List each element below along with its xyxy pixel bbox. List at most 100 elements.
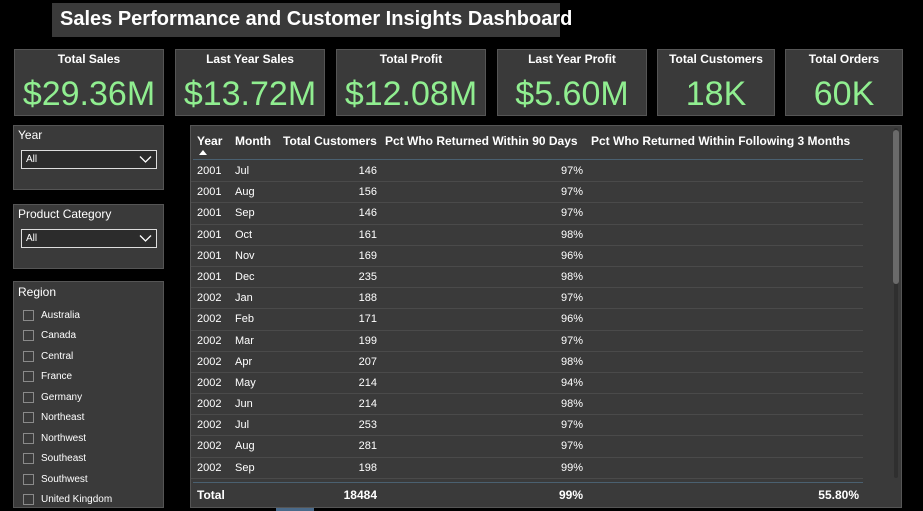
- region-option-france[interactable]: France: [23, 367, 112, 388]
- cell-total-customers: 198: [358, 461, 377, 474]
- cell-year: 2002: [197, 440, 222, 453]
- cell-month: Mar: [235, 334, 254, 347]
- table-row[interactable]: 2002 Sep 198 99%: [191, 458, 863, 479]
- region-option-label: Germany: [41, 391, 83, 403]
- table-row[interactable]: 2001 Jul 146 97%: [191, 161, 863, 183]
- column-header-month[interactable]: Month: [235, 134, 271, 148]
- kpi-card-total-customers[interactable]: Total Customers 18K: [657, 49, 775, 116]
- checkbox[interactable]: [23, 391, 34, 403]
- kpi-card-last-year-profit[interactable]: Last Year Profit $5.60M: [497, 49, 647, 116]
- region-option-southeast[interactable]: Southeast: [23, 449, 112, 470]
- region-option-list: Australia Canada Central France Germany …: [23, 305, 112, 510]
- region-option-southwest[interactable]: Southwest: [23, 469, 112, 490]
- cell-pct-90-days: 97%: [560, 334, 583, 347]
- cell-month: Sep: [235, 207, 255, 220]
- cell-pct-90-days: 97%: [560, 165, 583, 177]
- kpi-card-total-sales[interactable]: Total Sales $29.36M: [14, 49, 164, 116]
- cell-total-customers: 188: [358, 292, 377, 305]
- cell-month: Oct: [235, 228, 253, 241]
- kpi-label: Last Year Sales: [206, 52, 294, 66]
- region-option-germany[interactable]: Germany: [23, 387, 112, 408]
- checkbox[interactable]: [23, 453, 34, 465]
- region-option-canada[interactable]: Canada: [23, 326, 112, 347]
- cell-total-customers: 253: [358, 419, 377, 432]
- table-row[interactable]: 2001 Aug 156 97%: [191, 182, 863, 204]
- region-option-label: Southeast: [41, 453, 87, 465]
- table-row[interactable]: 2002 Jul 253 97%: [191, 415, 863, 437]
- year-dropdown[interactable]: All: [21, 150, 157, 169]
- customer-retention-table: Year Month Total Customers Pct Who Retur…: [190, 125, 902, 508]
- checkbox[interactable]: [23, 494, 34, 506]
- column-header-pct-returned-90-days[interactable]: Pct Who Returned Within 90 Days: [385, 134, 578, 148]
- table-scrollbar[interactable]: [892, 128, 900, 478]
- cell-year: 2001: [197, 249, 222, 262]
- product-category-slicer: Product Category All: [13, 204, 164, 269]
- column-header-year[interactable]: Year: [197, 134, 222, 148]
- table-row[interactable]: 2001 Oct 161 98%: [191, 225, 863, 246]
- table-row[interactable]: 2001 Dec 235 98%: [191, 267, 863, 289]
- cell-pct-90-days: 98%: [560, 398, 583, 411]
- cell-pct-90-days: 98%: [560, 270, 583, 283]
- cell-month: May: [235, 376, 256, 389]
- cell-total-customers: 214: [358, 376, 377, 389]
- cell-pct-90-days: 97%: [560, 440, 583, 453]
- cell-total-customers: 146: [358, 207, 377, 220]
- cell-month: Nov: [235, 249, 255, 262]
- region-option-northwest[interactable]: Northwest: [23, 428, 112, 449]
- table-row[interactable]: 2002 Mar 199 97%: [191, 331, 863, 352]
- checkbox[interactable]: [23, 350, 34, 362]
- table-row[interactable]: 2002 Feb 171 96%: [191, 309, 863, 331]
- cell-year: 2001: [197, 228, 222, 241]
- column-header-total-customers[interactable]: Total Customers: [283, 134, 377, 148]
- region-option-northeast[interactable]: Northeast: [23, 408, 112, 429]
- checkbox[interactable]: [23, 309, 34, 321]
- table-row[interactable]: 2002 Jun 214 98%: [191, 394, 863, 416]
- kpi-card-total-profit[interactable]: Total Profit $12.08M: [336, 49, 486, 116]
- table-row[interactable]: 2001 Sep 146 97%: [191, 203, 863, 225]
- product-category-dropdown[interactable]: All: [21, 229, 157, 248]
- region-option-label: United Kingdom: [41, 494, 113, 506]
- cell-total-customers: 214: [358, 398, 377, 411]
- cell-month: Aug: [235, 440, 255, 453]
- region-option-central[interactable]: Central: [23, 346, 112, 367]
- cell-year: 2001: [197, 270, 222, 283]
- table-row[interactable]: 2002 Jan 188 97%: [191, 288, 863, 310]
- cell-year: 2002: [197, 376, 222, 389]
- cell-month: Jul: [235, 165, 250, 177]
- table-row[interactable]: 2002 May 214 94%: [191, 373, 863, 395]
- kpi-value: $29.36M: [22, 75, 156, 113]
- cell-year: 2002: [197, 334, 222, 347]
- region-option-united-kingdom[interactable]: United Kingdom: [23, 490, 112, 511]
- checkbox[interactable]: [23, 473, 34, 485]
- cell-month: Sep: [235, 461, 255, 474]
- checkbox[interactable]: [23, 330, 34, 342]
- checkbox[interactable]: [23, 412, 34, 424]
- scrollbar-thumb[interactable]: [893, 130, 899, 284]
- cell-total-customers: 171: [358, 313, 377, 326]
- checkbox[interactable]: [23, 432, 34, 444]
- kpi-card-total-orders[interactable]: Total Orders 60K: [785, 49, 903, 116]
- cell-total-customers: 207: [358, 355, 377, 368]
- cell-month: Jan: [235, 292, 253, 305]
- kpi-card-last-year-sales[interactable]: Last Year Sales $13.72M: [175, 49, 325, 116]
- cell-pct-90-days: 94%: [560, 376, 583, 389]
- cell-month: Jul: [235, 419, 250, 432]
- cell-year: 2001: [197, 186, 222, 199]
- column-header-pct-returned-3-months[interactable]: Pct Who Returned Within Following 3 Mont…: [591, 134, 850, 148]
- cell-pct-90-days: 97%: [560, 207, 583, 220]
- checkbox[interactable]: [23, 371, 34, 383]
- table-row[interactable]: 2002 Apr 207 98%: [191, 352, 863, 373]
- cell-year: 2002: [197, 419, 222, 432]
- product-category-dropdown-value: All: [26, 233, 38, 244]
- cell-pct-90-days: 96%: [560, 249, 583, 262]
- table-row[interactable]: 2002 Aug 281 97%: [191, 436, 863, 458]
- kpi-label: Total Profit: [379, 52, 443, 66]
- year-slicer: Year All: [13, 125, 164, 190]
- cell-pct-90-days: 98%: [560, 355, 583, 368]
- table-row[interactable]: 2001 Nov 169 96%: [191, 246, 863, 267]
- region-slicer: Region Australia Canada Central France G…: [13, 281, 164, 508]
- region-option-label: Canada: [41, 330, 77, 342]
- region-option-label: France: [41, 371, 73, 383]
- region-option-australia[interactable]: Australia: [23, 305, 112, 326]
- region-slicer-title: Region: [18, 285, 57, 299]
